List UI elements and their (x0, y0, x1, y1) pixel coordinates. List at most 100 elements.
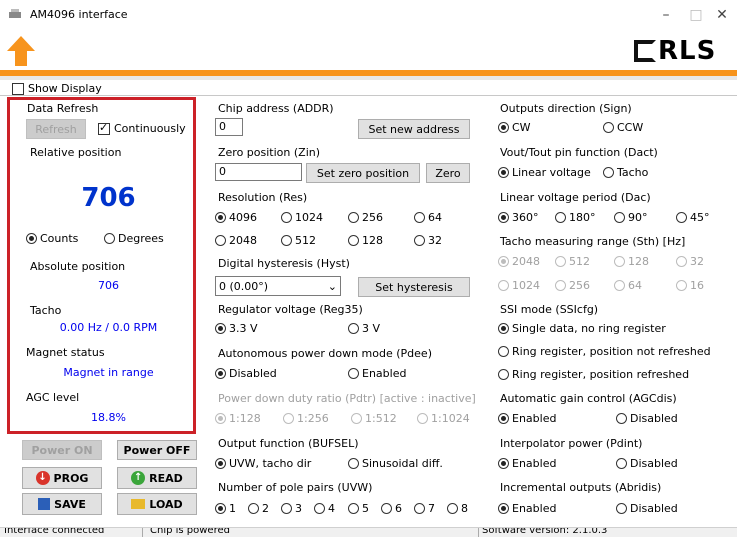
continuously-checkbox[interactable]: Continuously (98, 121, 186, 135)
sth-radio-256[interactable]: 256 (555, 279, 590, 292)
pdtr-radio-1-1024[interactable]: 1:1024 (417, 412, 470, 425)
agc-title: Automatic gain control (AGCdis) (500, 392, 677, 405)
sth-radio-128[interactable]: 128 (614, 255, 649, 268)
prog-icon: ↓ (35, 471, 50, 485)
resolution-radio-512[interactable]: 512 (281, 234, 316, 247)
read-icon: ↑ (131, 471, 146, 485)
counts-radio[interactable]: Counts (26, 232, 78, 245)
pdint-radio-disabled[interactable]: Disabled (616, 457, 678, 470)
resolution-radio-4096[interactable]: 4096 (215, 211, 257, 224)
vout-function-title: Vout/Tout pin function (Dact) (500, 146, 658, 159)
resolution-radio-256[interactable]: 256 (348, 211, 383, 224)
bufsel-radio-uvw[interactable]: UVW, tacho dir (215, 457, 311, 470)
pole-radio-8[interactable]: 8 (447, 502, 468, 515)
pole-radio-5[interactable]: 5 (348, 502, 369, 515)
power-off-button[interactable]: Power OFF (117, 440, 197, 460)
pole-radio-3[interactable]: 3 (281, 502, 302, 515)
tacho-range-title: Tacho measuring range (Sth) [Hz] (500, 235, 686, 248)
pdint-radio-enabled[interactable]: Enabled (498, 457, 556, 470)
pdtr-radio-1-256[interactable]: 1:256 (283, 412, 329, 425)
app-icon (9, 9, 21, 18)
relative-position-title: Relative position (30, 146, 122, 159)
pdtr-radio-1-512[interactable]: 1:512 (351, 412, 397, 425)
agc-radio-disabled[interactable]: Disabled (616, 412, 678, 425)
set-hysteresis-button[interactable]: Set hysteresis (358, 277, 470, 297)
regulator-radio-3-3v[interactable]: 3.3 V (215, 322, 258, 335)
dac-radio-45[interactable]: 45° (676, 211, 710, 224)
up-arrow-icon[interactable] (6, 34, 36, 68)
dact-radio-linear[interactable]: Linear voltage (498, 166, 591, 179)
resolution-radio-128[interactable]: 128 (348, 234, 383, 247)
regulator-radio-3v[interactable]: 3 V (348, 322, 380, 335)
sth-radio-512[interactable]: 512 (555, 255, 590, 268)
regulator-voltage-title: Regulator voltage (Reg35) (218, 303, 363, 316)
power-on-button[interactable]: Power ON (22, 440, 102, 460)
refresh-button[interactable]: Refresh (26, 119, 86, 139)
sth-radio-2048[interactable]: 2048 (498, 255, 540, 268)
resolution-radio-2048[interactable]: 2048 (215, 234, 257, 247)
bufsel-radio-sinusoidal[interactable]: Sinusoidal diff. (348, 457, 443, 470)
minimize-icon[interactable]: – (654, 4, 678, 26)
autonomous-power-down-title: Autonomous power down mode (Pdee) (218, 347, 432, 360)
divider (0, 95, 737, 96)
resolution-radio-64[interactable]: 64 (414, 211, 442, 224)
incremental-outputs-title: Incremental outputs (Abridis) (500, 481, 662, 494)
dac-radio-180[interactable]: 180° (555, 211, 596, 224)
agc-level-value: 18.8% (91, 411, 126, 424)
show-display-check-box[interactable] (12, 82, 24, 95)
ssi-radio-single[interactable]: Single data, no ring register (498, 322, 666, 335)
sth-radio-16[interactable]: 16 (676, 279, 704, 292)
chip-status: Chip is powered (150, 527, 230, 536)
pole-radio-1[interactable]: 1 (215, 502, 236, 515)
zero-button[interactable]: Zero (426, 163, 470, 183)
zero-position-input[interactable]: 0 (215, 163, 302, 181)
pdtr-radio-1-128[interactable]: 1:128 (215, 412, 261, 425)
close-icon[interactable]: ✕ (710, 4, 734, 26)
pdee-radio-disabled[interactable]: Disabled (215, 367, 277, 380)
sign-radio-ccw[interactable]: CCW (603, 121, 643, 134)
pdee-radio-enabled[interactable]: Enabled (348, 367, 406, 380)
sign-radio-cw[interactable]: CW (498, 121, 531, 134)
degrees-radio[interactable]: Degrees (104, 232, 164, 245)
outputs-direction-title: Outputs direction (Sign) (500, 102, 632, 115)
dact-radio-tacho[interactable]: Tacho (603, 166, 648, 179)
output-function-title: Output function (BUFSEL) (218, 437, 359, 450)
pole-radio-6[interactable]: 6 (381, 502, 402, 515)
sth-radio-64[interactable]: 64 (614, 279, 642, 292)
relative-position-value: 706 (81, 183, 136, 213)
agc-level-title: AGC level (26, 391, 80, 404)
magnet-status-value: Magnet in range (63, 366, 154, 379)
continuously-check-box[interactable] (98, 121, 110, 135)
dac-radio-360[interactable]: 360° (498, 211, 539, 224)
chevron-down-icon: ⌄ (327, 279, 337, 293)
sth-radio-32[interactable]: 32 (676, 255, 704, 268)
magnet-status-title: Magnet status (26, 346, 105, 359)
divider (0, 76, 737, 80)
pole-pairs-title: Number of pole pairs (UVW) (218, 481, 373, 494)
set-zero-position-button[interactable]: Set zero position (306, 163, 420, 183)
ssi-radio-ring-not-refreshed[interactable]: Ring register, position not refreshed (498, 345, 711, 358)
pole-radio-2[interactable]: 2 (248, 502, 269, 515)
show-display-checkbox[interactable]: Show Display (12, 82, 102, 95)
ssi-radio-ring-refreshed[interactable]: Ring register, position refreshed (498, 368, 689, 381)
resolution-radio-32[interactable]: 32 (414, 234, 442, 247)
resolution-radio-1024[interactable]: 1024 (281, 211, 323, 224)
set-new-address-button[interactable]: Set new address (358, 119, 470, 139)
sth-radio-1024[interactable]: 1024 (498, 279, 540, 292)
interpolator-power-title: Interpolator power (Pdint) (500, 437, 643, 450)
agc-radio-enabled[interactable]: Enabled (498, 412, 556, 425)
load-button[interactable]: LOAD (117, 493, 197, 515)
pole-radio-4[interactable]: 4 (314, 502, 335, 515)
rls-logo: RLS (634, 36, 716, 66)
abridis-radio-enabled[interactable]: Enabled (498, 502, 556, 515)
maximize-icon[interactable]: □ (684, 4, 708, 26)
pole-radio-7[interactable]: 7 (414, 502, 435, 515)
dac-radio-90[interactable]: 90° (614, 211, 648, 224)
read-button[interactable]: ↑ READ (117, 467, 197, 489)
hysteresis-select[interactable]: 0 (0.00°) ⌄ (215, 276, 341, 296)
prog-button[interactable]: ↓ PROG (22, 467, 102, 489)
chip-address-input[interactable]: 0 (215, 118, 243, 136)
save-button[interactable]: SAVE (22, 493, 102, 515)
abridis-radio-disabled[interactable]: Disabled (616, 502, 678, 515)
absolute-position-title: Absolute position (30, 260, 126, 273)
